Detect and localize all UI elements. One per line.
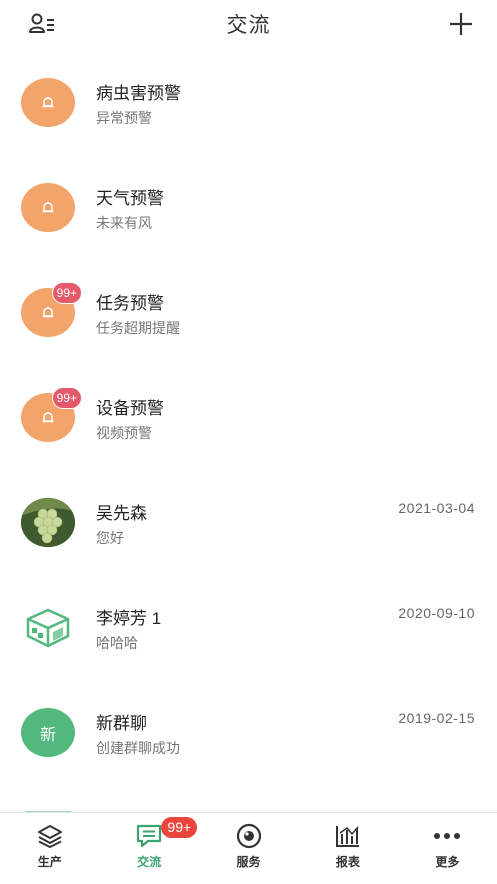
conversation-name: 新群聊 [96, 714, 147, 733]
conversation-date: 2019-02-15 [398, 710, 475, 726]
group-avatar: 新 [21, 708, 75, 757]
list-item[interactable]: 吴先森 您好 2021-03-04 [0, 468, 497, 573]
avatar [21, 603, 75, 652]
contacts-button[interactable] [28, 12, 56, 36]
chart-icon [335, 826, 359, 847]
conversation-name: 设备预警 [96, 399, 164, 418]
layers-icon [37, 825, 62, 848]
alert-avatar: 99+ [21, 387, 82, 442]
conversation-name: 吴先森 [96, 504, 147, 523]
alert-avatar: 99+ [21, 282, 82, 337]
tab-reports[interactable]: 报表 [298, 813, 397, 884]
tab-production[interactable]: 生产 [0, 813, 99, 884]
page-title: 交流 [226, 14, 271, 37]
conversation-preview: 创建群聊成功 [96, 740, 180, 756]
chat-icon [137, 824, 162, 848]
conversation-name: 病虫害预警 [96, 84, 181, 103]
tab-more[interactable]: 更多 [398, 813, 497, 884]
conversation-date: 2021-03-04 [398, 500, 475, 516]
conversation-name: 任务预警 [96, 294, 164, 313]
conversation-preview: 视频预警 [96, 425, 152, 441]
avatar [21, 498, 75, 547]
plus-icon [450, 13, 472, 35]
tab-service[interactable]: 服务 [199, 813, 298, 884]
conversation-name: 天气预警 [96, 189, 164, 208]
eye-icon [236, 823, 261, 849]
bell-icon [42, 96, 54, 107]
alert-avatar [21, 78, 75, 127]
unread-badge: 99+ [51, 387, 82, 409]
tab-label: 交流 [137, 855, 162, 869]
conversation-name: 李婷芳 1 [96, 609, 162, 628]
list-item[interactable]: 99+ 设备预警 视频预警 [0, 363, 497, 468]
top-bar: 交流 [0, 0, 497, 48]
list-item[interactable]: 新 新群聊 创建群聊成功 2019-02-15 [0, 678, 497, 783]
conversation-preview: 您好 [96, 530, 124, 546]
bell-icon [42, 306, 54, 317]
list-item[interactable]: 李婷芳 1 哈哈哈 2020-09-10 [0, 573, 497, 678]
list-item[interactable]: 天气预警 未来有风 [0, 153, 497, 258]
conversation-preview: 哈哈哈 [96, 635, 138, 651]
unread-count-badge: 99+ [161, 817, 198, 838]
conversation-preview: 未来有风 [96, 215, 152, 231]
more-icon [434, 833, 461, 839]
bell-icon [42, 201, 54, 212]
group-avatar-label: 新 [39, 726, 56, 744]
bottom-tab-bar: 生产 交流 99+ 服务 报表 更多 [0, 812, 497, 884]
bell-icon [42, 411, 54, 422]
tab-label: 服务 [236, 855, 261, 869]
conversation-preview: 任务超期提醒 [96, 320, 180, 336]
unread-badge: 99+ [51, 282, 82, 304]
add-button[interactable] [447, 10, 475, 38]
grapes-photo-icon [21, 498, 75, 547]
cube-logo-icon [26, 608, 70, 647]
tab-chat[interactable]: 交流 99+ [99, 813, 198, 884]
alert-avatar [21, 183, 75, 232]
conversation-date: 2020-09-10 [398, 605, 475, 621]
contacts-list-icon [29, 13, 54, 33]
tab-label: 报表 [335, 855, 360, 869]
list-item[interactable]: 病虫害预警 异常预警 [0, 48, 497, 153]
conversation-preview: 异常预警 [96, 110, 152, 126]
conversation-list[interactable]: 病虫害预警 异常预警 天气预警 未来有风 99+ 任务预警 任务超期提醒 99+… [0, 48, 497, 812]
tab-label: 更多 [435, 855, 460, 869]
list-item[interactable]: 99+ 任务预警 任务超期提醒 [0, 258, 497, 363]
tab-label: 生产 [37, 855, 62, 869]
